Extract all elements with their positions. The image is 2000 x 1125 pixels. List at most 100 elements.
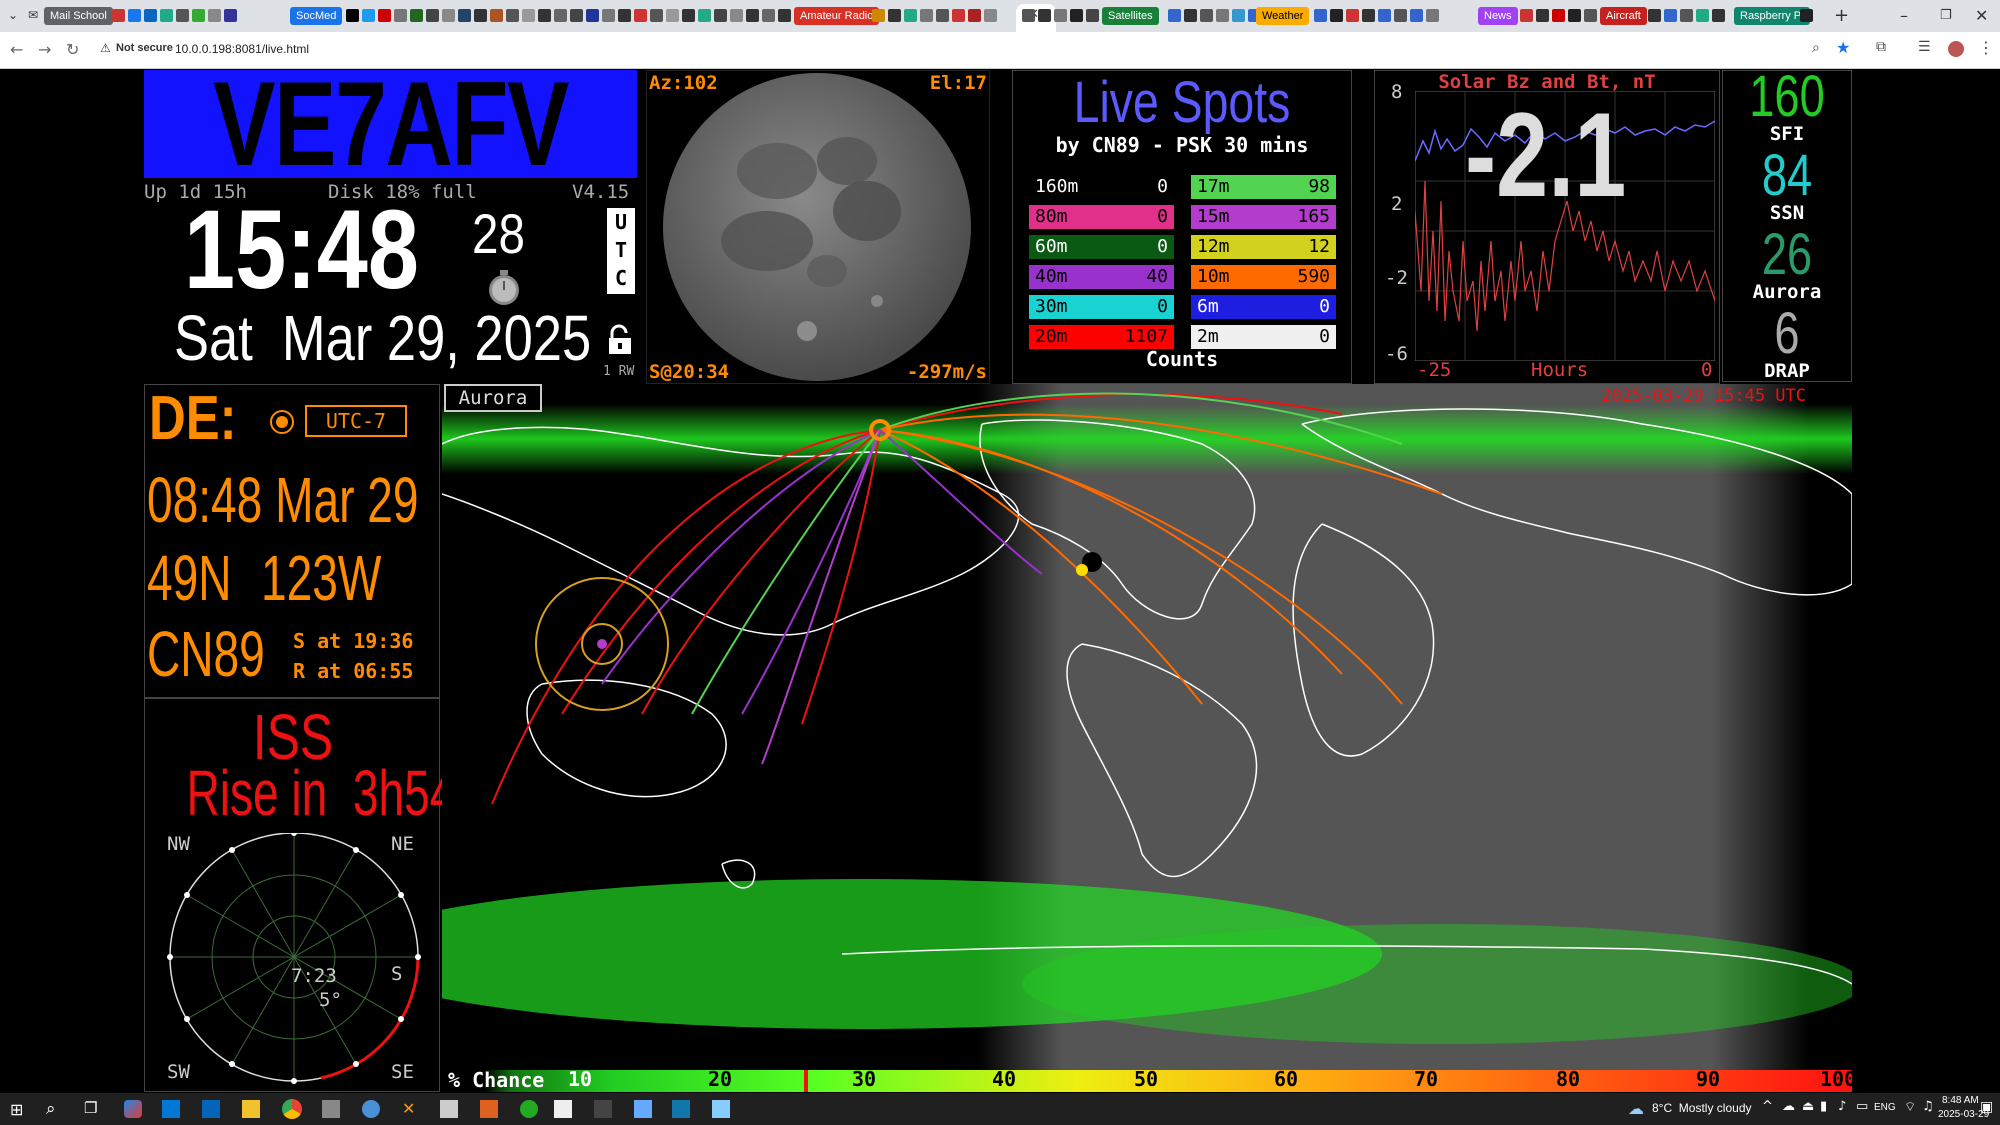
tab-favicon-icon[interactable]	[1394, 9, 1407, 22]
tab-favicon-icon[interactable]	[1232, 9, 1245, 22]
tab-favicon-icon[interactable]	[474, 9, 487, 22]
band-row-2m[interactable]: 2m 0	[1191, 325, 1336, 349]
tab-favicon-icon[interactable]	[442, 9, 455, 22]
band-row-80m[interactable]: 80m 0	[1029, 205, 1174, 229]
file-explorer-icon[interactable]	[242, 1100, 260, 1118]
de-location-radio-icon[interactable]	[269, 409, 295, 435]
tab-favicon-icon[interactable]	[968, 9, 981, 22]
back-icon[interactable]: ←	[10, 40, 23, 59]
tab-favicon-icon[interactable]	[634, 9, 647, 22]
extensions-icon[interactable]: ⧉	[1876, 39, 1886, 55]
tab-favicon-icon[interactable]	[346, 9, 359, 22]
app-icon[interactable]	[634, 1100, 652, 1118]
warning-icon[interactable]: ⚠	[100, 41, 111, 55]
tab-favicon-icon[interactable]	[1680, 9, 1693, 22]
tab-favicon-icon[interactable]	[1520, 9, 1533, 22]
new-tab-icon[interactable]: +	[1834, 5, 1849, 26]
tab-favicon-icon[interactable]	[1664, 9, 1677, 22]
tab-favicon-icon[interactable]	[1314, 9, 1327, 22]
tab-favicon-icon[interactable]	[570, 9, 583, 22]
band-row-12m[interactable]: 12m 12	[1191, 235, 1336, 259]
tab-favicon-icon[interactable]	[746, 9, 759, 22]
band-row-10m[interactable]: 10m 590	[1191, 265, 1336, 289]
tab-group-raspberry-pi[interactable]: Raspberry Pi	[1734, 7, 1810, 25]
bookmark-star-icon[interactable]: ★	[1836, 38, 1850, 57]
tab-favicon-icon[interactable]	[1410, 9, 1423, 22]
forward-icon[interactable]: →	[38, 40, 51, 59]
moon-panel[interactable]: Az:102 El:17 S@20:34 -297m/s	[646, 70, 990, 384]
tab-favicon-icon[interactable]	[1038, 9, 1051, 22]
tab-favicon-icon[interactable]	[1330, 9, 1343, 22]
band-row-15m[interactable]: 15m 165	[1191, 205, 1336, 229]
tray-speaker-icon[interactable]: ♫	[1922, 1099, 1934, 1114]
store-icon[interactable]	[162, 1100, 180, 1118]
tab-favicon-icon[interactable]	[1022, 9, 1035, 22]
profile-avatar[interactable]	[1948, 41, 1964, 57]
tab-favicon-icon[interactable]	[904, 9, 917, 22]
language-indicator[interactable]: ENG	[1874, 1102, 1896, 1113]
tray-usb-icon[interactable]: ⏏	[1802, 1099, 1814, 1114]
utc-clock-time[interactable]: 15:48	[184, 194, 419, 306]
tab-group-aircraft[interactable]: Aircraft	[1600, 7, 1647, 25]
live-spots-panel[interactable]: Live Spots by CN89 - PSK 30 mins 160m 0 80…	[1012, 70, 1352, 384]
zoom-icon[interactable]: ⌕	[1812, 40, 1820, 56]
tab-favicon-icon[interactable]	[650, 9, 663, 22]
tab-favicon-icon[interactable]	[490, 9, 503, 22]
tab-favicon-icon[interactable]	[1086, 9, 1099, 22]
weather-cloud-icon[interactable]: ☁	[1628, 1099, 1644, 1118]
tab-favicon-icon[interactable]	[522, 9, 535, 22]
tab-favicon-icon[interactable]	[936, 9, 949, 22]
band-row-60m[interactable]: 60m 0	[1029, 235, 1174, 259]
unlock-icon[interactable]	[606, 324, 634, 358]
tab-favicon-icon[interactable]	[888, 9, 901, 22]
tab-favicon-icon[interactable]	[362, 9, 375, 22]
start-windows-icon[interactable]: ⊞	[10, 1100, 23, 1119]
app-icon[interactable]	[554, 1100, 572, 1118]
tab-favicon-icon[interactable]	[1696, 9, 1709, 22]
world-map[interactable]: Aurora 2025-03-29 15:45 UTC	[442, 384, 1852, 1070]
tab-favicon-icon[interactable]	[682, 9, 695, 22]
taskbar-weather-text[interactable]: 8°C Mostly cloudy	[1652, 1101, 1752, 1115]
tab-group-weather[interactable]: Weather	[1256, 7, 1310, 25]
tab-favicon-icon[interactable]	[378, 9, 391, 22]
tray-network-icon[interactable]: ▮	[1820, 1099, 1827, 1114]
tab-favicon-icon[interactable]	[1200, 9, 1213, 22]
taskbar-clock-time[interactable]: 8:48 AM	[1942, 1095, 1979, 1106]
band-row-20m[interactable]: 20m 1107	[1029, 325, 1174, 349]
task-view-icon[interactable]: ❐	[84, 1099, 97, 1117]
space-weather-indices-panel[interactable]: 160 SFI 84 SSN 26 Aurora 6 DRAP	[1722, 67, 1852, 382]
stopwatch-icon[interactable]	[486, 266, 519, 305]
outlook-icon[interactable]	[202, 1100, 220, 1118]
tab-favicon-icon[interactable]	[458, 9, 471, 22]
callsign-panel[interactable]: VE7AFV	[144, 70, 637, 178]
tray-wifi-icon[interactable]: ⌔	[1904, 1099, 1916, 1115]
tab-group-amateur-radio[interactable]: Amateur Radio	[794, 7, 880, 25]
tab-favicon-icon[interactable]	[1168, 9, 1181, 22]
chrome-icon[interactable]	[282, 1099, 302, 1119]
app-icon[interactable]	[440, 1100, 458, 1118]
tab-favicon-icon[interactable]	[224, 9, 237, 22]
reload-icon[interactable]: ↻	[66, 40, 79, 59]
tab-favicon-icon[interactable]	[1648, 9, 1661, 22]
tab-favicon-icon[interactable]	[666, 9, 679, 22]
tab-favicon-icon[interactable]	[714, 9, 727, 22]
tab-favicon-icon[interactable]	[698, 9, 711, 22]
tab-favicon-icon[interactable]	[208, 9, 221, 22]
app-icon[interactable]	[322, 1100, 340, 1118]
tab-favicon-icon[interactable]	[1584, 9, 1597, 22]
tab-favicon-icon[interactable]	[554, 9, 567, 22]
timezone-button[interactable]: UTC-7	[305, 405, 407, 437]
search-icon[interactable]: ⌕	[46, 1099, 56, 1119]
tab-favicon-icon[interactable]	[410, 9, 423, 22]
tab-favicon-icon[interactable]	[506, 9, 519, 22]
tab-favicon-icon[interactable]	[1054, 9, 1067, 22]
tab-favicon-icon[interactable]	[920, 9, 933, 22]
tab-favicon-icon[interactable]	[1536, 9, 1549, 22]
band-row-40m[interactable]: 40m 40	[1029, 265, 1174, 289]
tab-favicon-icon[interactable]	[112, 9, 125, 22]
band-row-160m[interactable]: 160m 0	[1029, 175, 1174, 199]
tab-favicon-icon[interactable]	[602, 9, 615, 22]
tab-group-socmed[interactable]: SocMed	[290, 7, 343, 25]
tab-favicon-icon[interactable]	[872, 9, 885, 22]
gmail-icon[interactable]: ✉	[28, 8, 38, 22]
